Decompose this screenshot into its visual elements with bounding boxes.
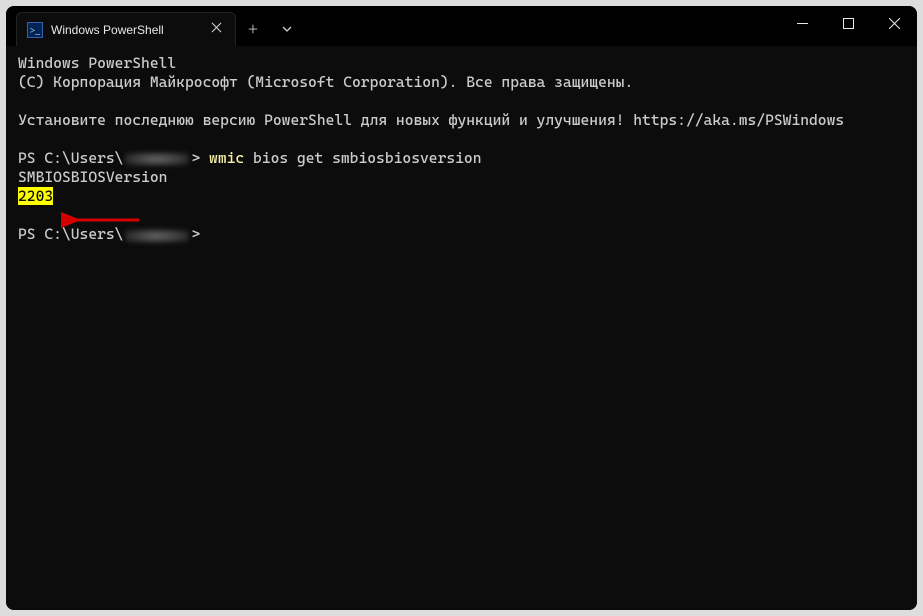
output-value-highlighted: 2203 [18, 187, 53, 205]
minimize-button[interactable] [779, 6, 825, 40]
t-line-1: Windows PowerShell [18, 54, 176, 72]
redacted-username [125, 152, 189, 166]
tab-title: Windows PowerShell [51, 23, 199, 37]
tab-dropdown-button[interactable] [270, 12, 304, 46]
prompt2-suffix: > [191, 225, 200, 243]
command-keyword: wmic [209, 149, 244, 167]
t-line-2: (C) Корпорация Майкрософт (Microsoft Cor… [18, 73, 633, 91]
window-controls [779, 6, 917, 40]
output-header: SMBIOSBIOSVersion [18, 168, 167, 186]
screenshot-frame: >_ Windows PowerShell + [0, 0, 923, 616]
prompt-suffix: > [191, 149, 209, 167]
titlebar: >_ Windows PowerShell + [6, 6, 917, 46]
new-tab-button[interactable]: + [236, 12, 270, 46]
tab-powershell[interactable]: >_ Windows PowerShell [16, 12, 236, 46]
svg-text:>_: >_ [30, 25, 40, 36]
close-window-button[interactable] [871, 6, 917, 40]
prompt2-prefix: PS C:\Users\ [18, 225, 123, 243]
maximize-button[interactable] [825, 6, 871, 40]
prompt-prefix: PS C:\Users\ [18, 149, 123, 167]
terminal-window: >_ Windows PowerShell + [6, 6, 917, 610]
command-args: bios get smbiosbiosversion [244, 149, 481, 167]
close-tab-icon[interactable] [207, 22, 225, 38]
t-line-4: Установите последнюю версию PowerShell д… [18, 111, 844, 129]
powershell-icon: >_ [27, 22, 43, 38]
redacted-username-2 [125, 229, 189, 243]
terminal-area[interactable]: Windows PowerShell (C) Корпорация Майкро… [6, 46, 917, 610]
